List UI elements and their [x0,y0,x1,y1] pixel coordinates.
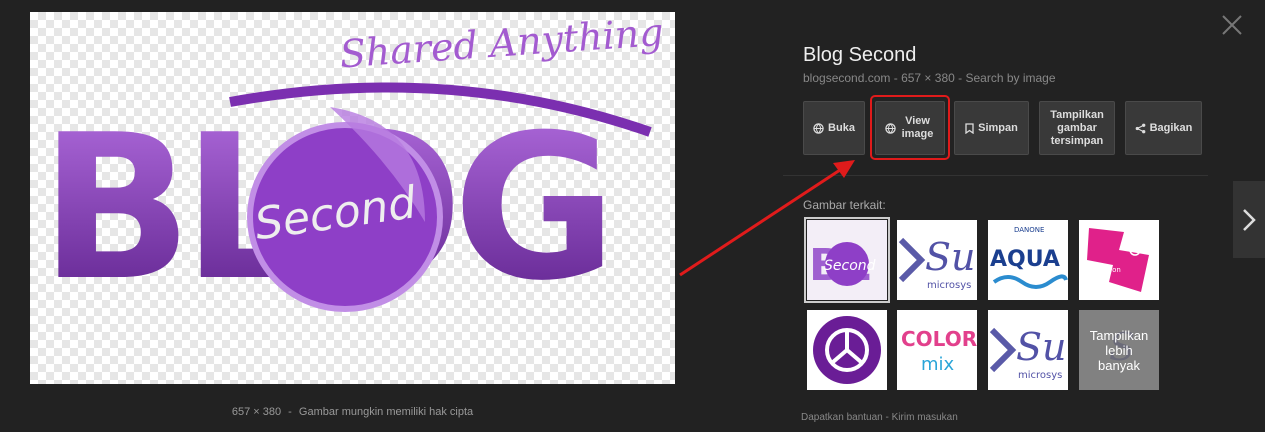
divider [783,175,1208,176]
thumbnail-text: AQUA [990,247,1060,272]
thumbnail-image [807,310,887,390]
thumbnail-image: COLOR mix [897,310,977,390]
thumbnail-subtext: mix [921,354,955,375]
chevron-right-icon [1243,209,1256,231]
tagline-text: Shared Anything [338,12,665,76]
show-saved-images-label: Tampilkan gambar tersimpan [1050,108,1104,147]
thumbnail-image: BL Second [807,220,887,300]
thumbnail-text: Su [925,235,976,279]
related-thumbnail[interactable]: BL Second [804,217,890,303]
thumbnail-image: london [1079,220,1159,300]
bookmark-icon [965,122,974,134]
share-button[interactable]: Bagikan [1125,101,1202,155]
thumbnail-image: DANONE AQUA [988,220,1068,300]
save-button-label: Simpan [978,121,1018,134]
thumbnail-subtext: microsys [927,280,971,291]
show-saved-images-button[interactable]: Tampilkan gambar tersimpan [1039,101,1115,155]
show-more-thumbnail[interactable]: S Tampilkan lebih banyak [1079,310,1159,390]
footer: Dapatkan bantuan - Kirim masukan [801,412,958,423]
open-button[interactable]: Buka [803,101,865,155]
close-button[interactable] [1218,11,1246,39]
search-by-image-link[interactable]: Search by image [965,71,1055,85]
thumbnail-subtext: microsys [1018,370,1062,381]
thumbnail-text: Su [1016,325,1067,369]
view-image-highlight-box [870,95,950,160]
footer-separator: - [885,412,889,423]
related-thumbnail[interactable]: COLOR mix [897,310,977,390]
get-help-link[interactable]: Dapatkan bantuan [801,412,883,423]
share-button-label: Bagikan [1149,121,1193,134]
show-more-label: Tampilkan lebih banyak [1079,310,1159,390]
related-thumbnail[interactable]: Su microsys [988,310,1068,390]
thumbnail-brand: DANONE [1014,226,1044,234]
image-caption: 657 × 380 - Gambar mungkin memiliki hak … [0,406,705,418]
thumbnail-image: Su microsys [988,310,1068,390]
main-image[interactable]: Shared Anything BLOG Second [30,12,675,384]
open-button-label: Buka [828,121,855,134]
caption-copyright: Gambar mungkin memiliki hak cipta [298,406,474,418]
close-icon [1222,15,1242,35]
caption-separator: - [288,406,292,418]
thumbnail-image: Su microsys [897,220,977,300]
related-thumbnail[interactable]: DANONE AQUA [988,220,1068,300]
image-title[interactable]: Blog Second [803,44,916,67]
blog-second-logo: Shared Anything BLOG Second [40,12,665,325]
meta-separator: - [958,71,963,85]
related-thumbnail[interactable] [807,310,887,390]
thumbnail-text: Second [824,258,876,274]
globe-icon [813,122,824,134]
meta-separator: - [893,71,898,85]
thumbnail-text: london [1097,266,1121,274]
meta-size: 657 × 380 [901,71,955,85]
source-domain-link[interactable]: blogsecond.com [803,71,890,85]
share-icon [1135,123,1146,134]
image-preview-panel: Shared Anything BLOG Second 657 × 380 - … [0,0,705,432]
related-images-heading: Gambar terkait: [803,198,886,212]
send-feedback-link[interactable]: Kirim masukan [892,412,958,423]
save-button[interactable]: Simpan [954,101,1029,155]
caption-size: 657 × 380 [231,406,282,418]
image-meta: blogsecond.com - 657 × 380 - Search by i… [803,71,1056,85]
next-image-button[interactable] [1233,181,1265,258]
related-thumbnail[interactable]: london [1079,220,1159,300]
related-thumbnail[interactable]: Su microsys [897,220,977,300]
thumbnail-text: COLOR [901,327,977,351]
